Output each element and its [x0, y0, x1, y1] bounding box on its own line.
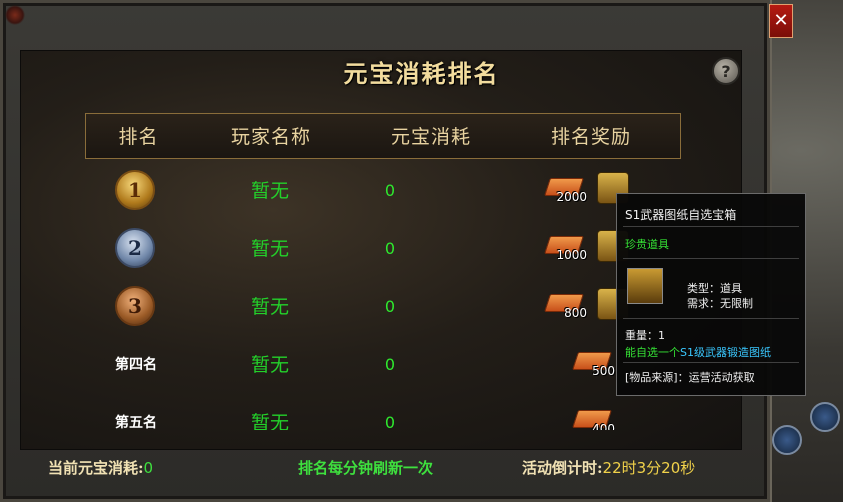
reward-count: 1000 — [556, 248, 587, 262]
rank-medal-silver: 2 — [115, 228, 155, 268]
tooltip-type: 类型：道具 — [687, 282, 742, 295]
player-name: 暂无 — [250, 238, 289, 260]
tooltip-description: 能自选一个S1级武器锻造图纸 — [625, 344, 771, 360]
player-name: 暂无 — [250, 412, 289, 430]
table-row: 第五名 暂无 0 400 — [85, 394, 681, 430]
table-row: 1 暂无 0 2000 — [85, 162, 681, 220]
current-consume: 当前元宝消耗:0 — [48, 452, 153, 484]
tooltip-divider — [623, 226, 799, 227]
desc-prefix: 能自选一个 — [625, 346, 680, 359]
countdown-label: 活动倒计时: — [522, 459, 603, 477]
tooltip-weight: 重量：1 — [625, 329, 665, 342]
header-rank: 排名 — [118, 126, 159, 148]
reward-ingot[interactable]: 2000 — [544, 172, 587, 208]
tooltip-source: [物品来源]：运营活动获取 — [625, 371, 755, 384]
header-reward: 排名奖励 — [550, 126, 631, 148]
refresh-note: 排名每分钟刷新一次 — [298, 459, 434, 477]
consume-value: 0 — [384, 181, 396, 200]
countdown-value: 22时3分20秒 — [602, 459, 696, 477]
game-shield-icon[interactable] — [772, 425, 802, 455]
table-row: 2 暂无 0 1000 — [85, 220, 681, 278]
desc-highlight: S1级武器锻造图纸 — [680, 346, 771, 359]
rank-medal-gold: 1 — [115, 170, 155, 210]
item-tooltip: S1武器图纸自选宝箱 珍贵道具 类型：道具 需求：无限制 重量：1 能自选一个S… — [616, 193, 806, 396]
table-row: 第四名 暂无 0 500 — [85, 336, 681, 394]
current-consume-value: 0 — [143, 459, 154, 477]
consume-value: 0 — [384, 239, 396, 258]
footer-bar: 当前元宝消耗:0 排名每分钟刷新一次 活动倒计时:22时3分20秒 — [0, 452, 770, 484]
consume-value: 0 — [384, 297, 396, 316]
tooltip-divider — [623, 318, 799, 319]
header-player: 玩家名称 — [230, 126, 311, 148]
rank-label: 第四名 — [115, 357, 157, 373]
player-name: 暂无 — [250, 354, 289, 376]
reward-count: 400 — [592, 422, 615, 430]
table-row: 3 暂无 0 800 — [85, 278, 681, 336]
rank-medal-bronze: 3 — [115, 286, 155, 326]
tooltip-divider — [623, 258, 799, 259]
rank-label: 第五名 — [115, 415, 157, 430]
reward-ingot[interactable]: 1000 — [544, 230, 587, 266]
countdown: 活动倒计时:22时3分20秒 — [522, 452, 695, 484]
table-header: 排名 玩家名称 元宝消耗 排名奖励 — [85, 113, 681, 159]
chest-item-icon — [627, 268, 663, 304]
tooltip-divider — [623, 362, 799, 363]
consume-value: 0 — [384, 355, 396, 374]
consume-value: 0 — [384, 413, 396, 430]
tooltip-quality: 珍贵道具 — [625, 238, 669, 251]
game-skill-icon[interactable] — [810, 402, 840, 432]
reward-count: 2000 — [556, 190, 587, 204]
help-button[interactable]: ? — [712, 57, 740, 85]
tooltip-requirement: 需求：无限制 — [687, 297, 753, 310]
player-name: 暂无 — [250, 296, 289, 318]
tooltip-item-name: S1武器图纸自选宝箱 — [625, 208, 737, 222]
header-consume: 元宝消耗 — [390, 126, 471, 148]
reward-ingot[interactable]: 500 — [572, 346, 615, 382]
reward-ingot[interactable]: 800 — [544, 288, 587, 324]
reward-count: 800 — [564, 306, 587, 320]
reward-count: 500 — [592, 364, 615, 378]
frame-corner-ornament — [0, 0, 40, 40]
current-consume-label: 当前元宝消耗: — [48, 459, 144, 477]
reward-ingot[interactable]: 400 — [572, 404, 615, 430]
close-button[interactable]: ✕ — [769, 4, 793, 38]
player-name: 暂无 — [250, 180, 289, 202]
